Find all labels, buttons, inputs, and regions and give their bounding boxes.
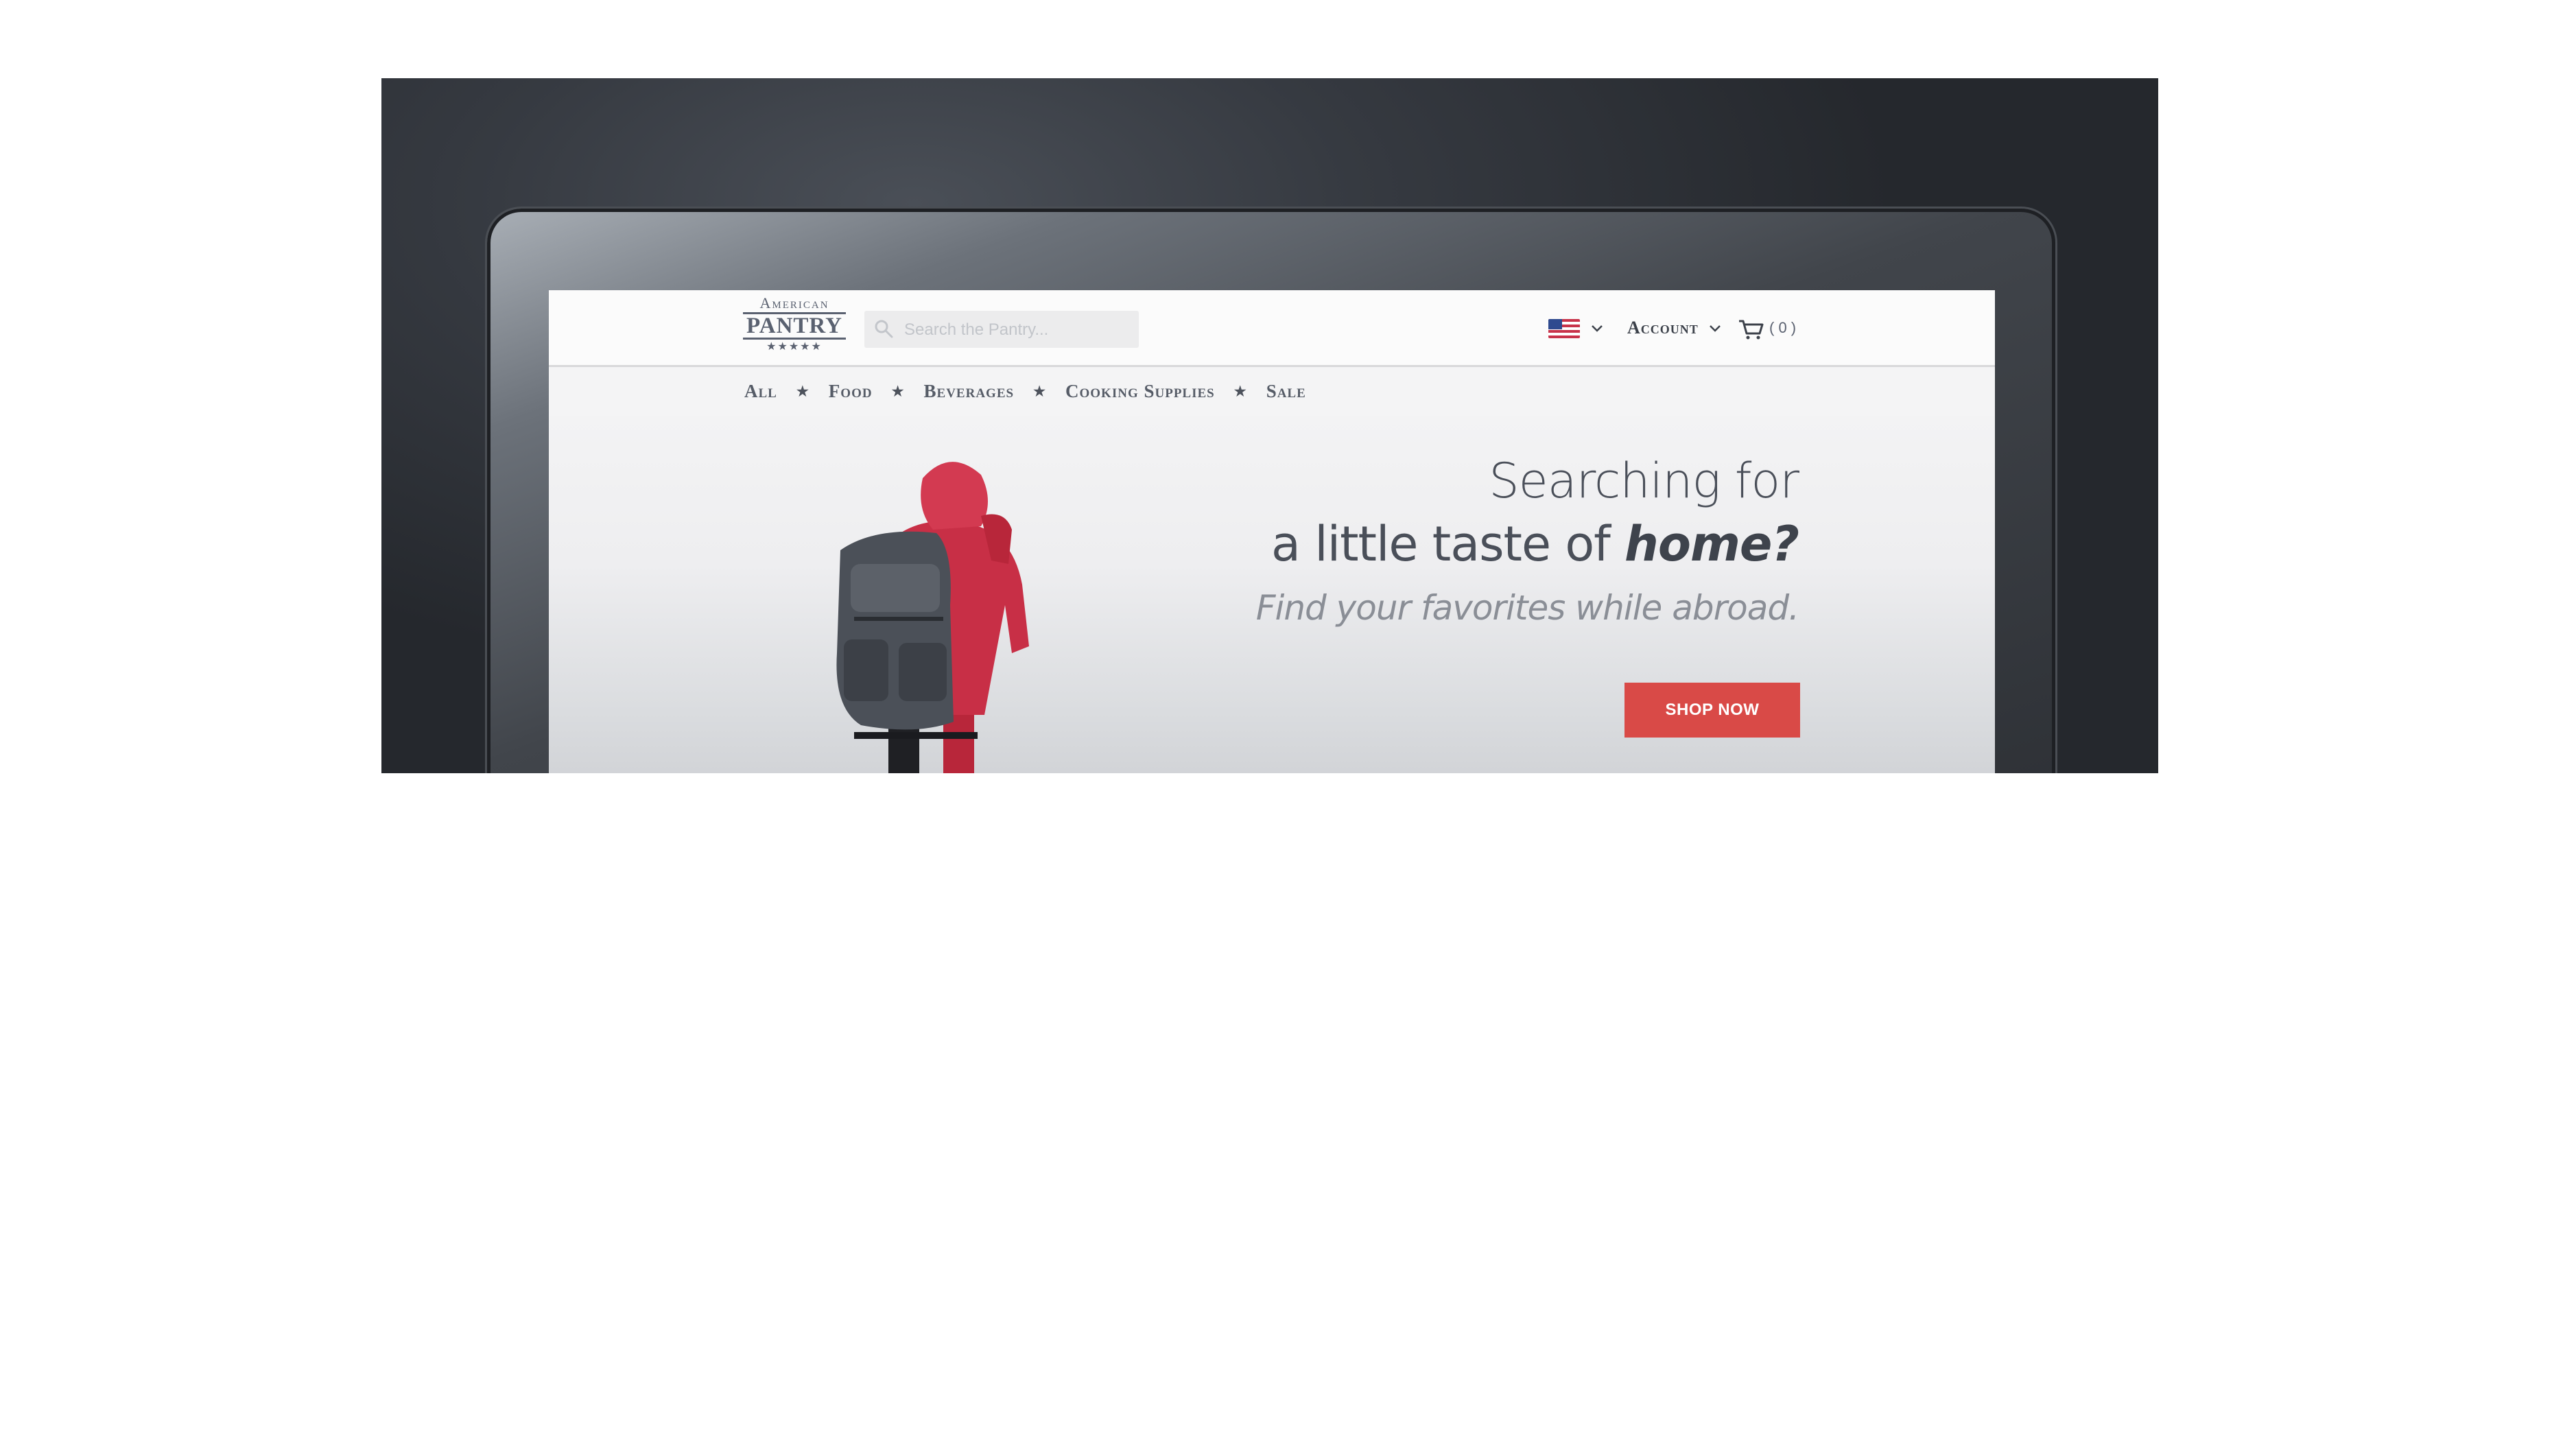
shop-now-button[interactable]: SHOP NOW [1624, 683, 1800, 738]
cart-icon [1739, 320, 1764, 340]
nav-item-cooking-supplies[interactable]: Cooking Supplies [1065, 381, 1215, 402]
nav-item-sale[interactable]: Sale [1266, 381, 1306, 402]
chevron-down-icon [1710, 325, 1721, 332]
device-mockup-background: American PANTRY ★★★★★ Ac [381, 78, 2158, 773]
cart-count: ( 0 ) [1769, 319, 1797, 336]
hiker-with-backpack-image [836, 462, 1029, 773]
logo-stars: ★★★★★ [766, 341, 823, 353]
chevron-down-icon [1592, 325, 1603, 332]
logo-main-text: PANTRY [743, 312, 846, 340]
search-icon[interactable] [874, 319, 893, 338]
logo-top-text: American [759, 294, 829, 311]
hero-headline-line2: a little taste of home? [1271, 516, 1799, 572]
category-nav: All ★ Food ★ Beverages ★ Cooking Supplie… [744, 379, 1306, 403]
search-input[interactable] [903, 318, 1125, 342]
hero-headline-line1: Searching for [1489, 453, 1799, 509]
site-header: American PANTRY ★★★★★ Ac [549, 290, 1995, 367]
nav-separator: ★ [891, 384, 905, 399]
hero-subheadline: Find your favorites while abroad. [1255, 588, 1799, 628]
nav-item-food[interactable]: Food [829, 381, 873, 402]
nav-separator: ★ [1033, 384, 1046, 399]
nav-separator: ★ [796, 384, 810, 399]
website-screen: American PANTRY ★★★★★ Ac [549, 290, 1995, 773]
country-selector[interactable] [1548, 319, 1610, 341]
hero-headline-prefix: a little taste of [1271, 516, 1625, 572]
flag-icon [1548, 319, 1580, 338]
site-logo[interactable]: American PANTRY ★★★★★ [743, 294, 846, 360]
hero-banner: Searching for a little taste of home? Fi… [549, 416, 1995, 773]
account-menu[interactable]: Account [1627, 318, 1721, 341]
nav-item-all[interactable]: All [744, 381, 777, 402]
hero-headline-emphasis: home? [1624, 516, 1799, 572]
nav-separator: ★ [1233, 384, 1247, 399]
nav-item-beverages[interactable]: Beverages [924, 381, 1015, 402]
search-box [864, 311, 1139, 348]
account-label: Account [1627, 318, 1699, 338]
